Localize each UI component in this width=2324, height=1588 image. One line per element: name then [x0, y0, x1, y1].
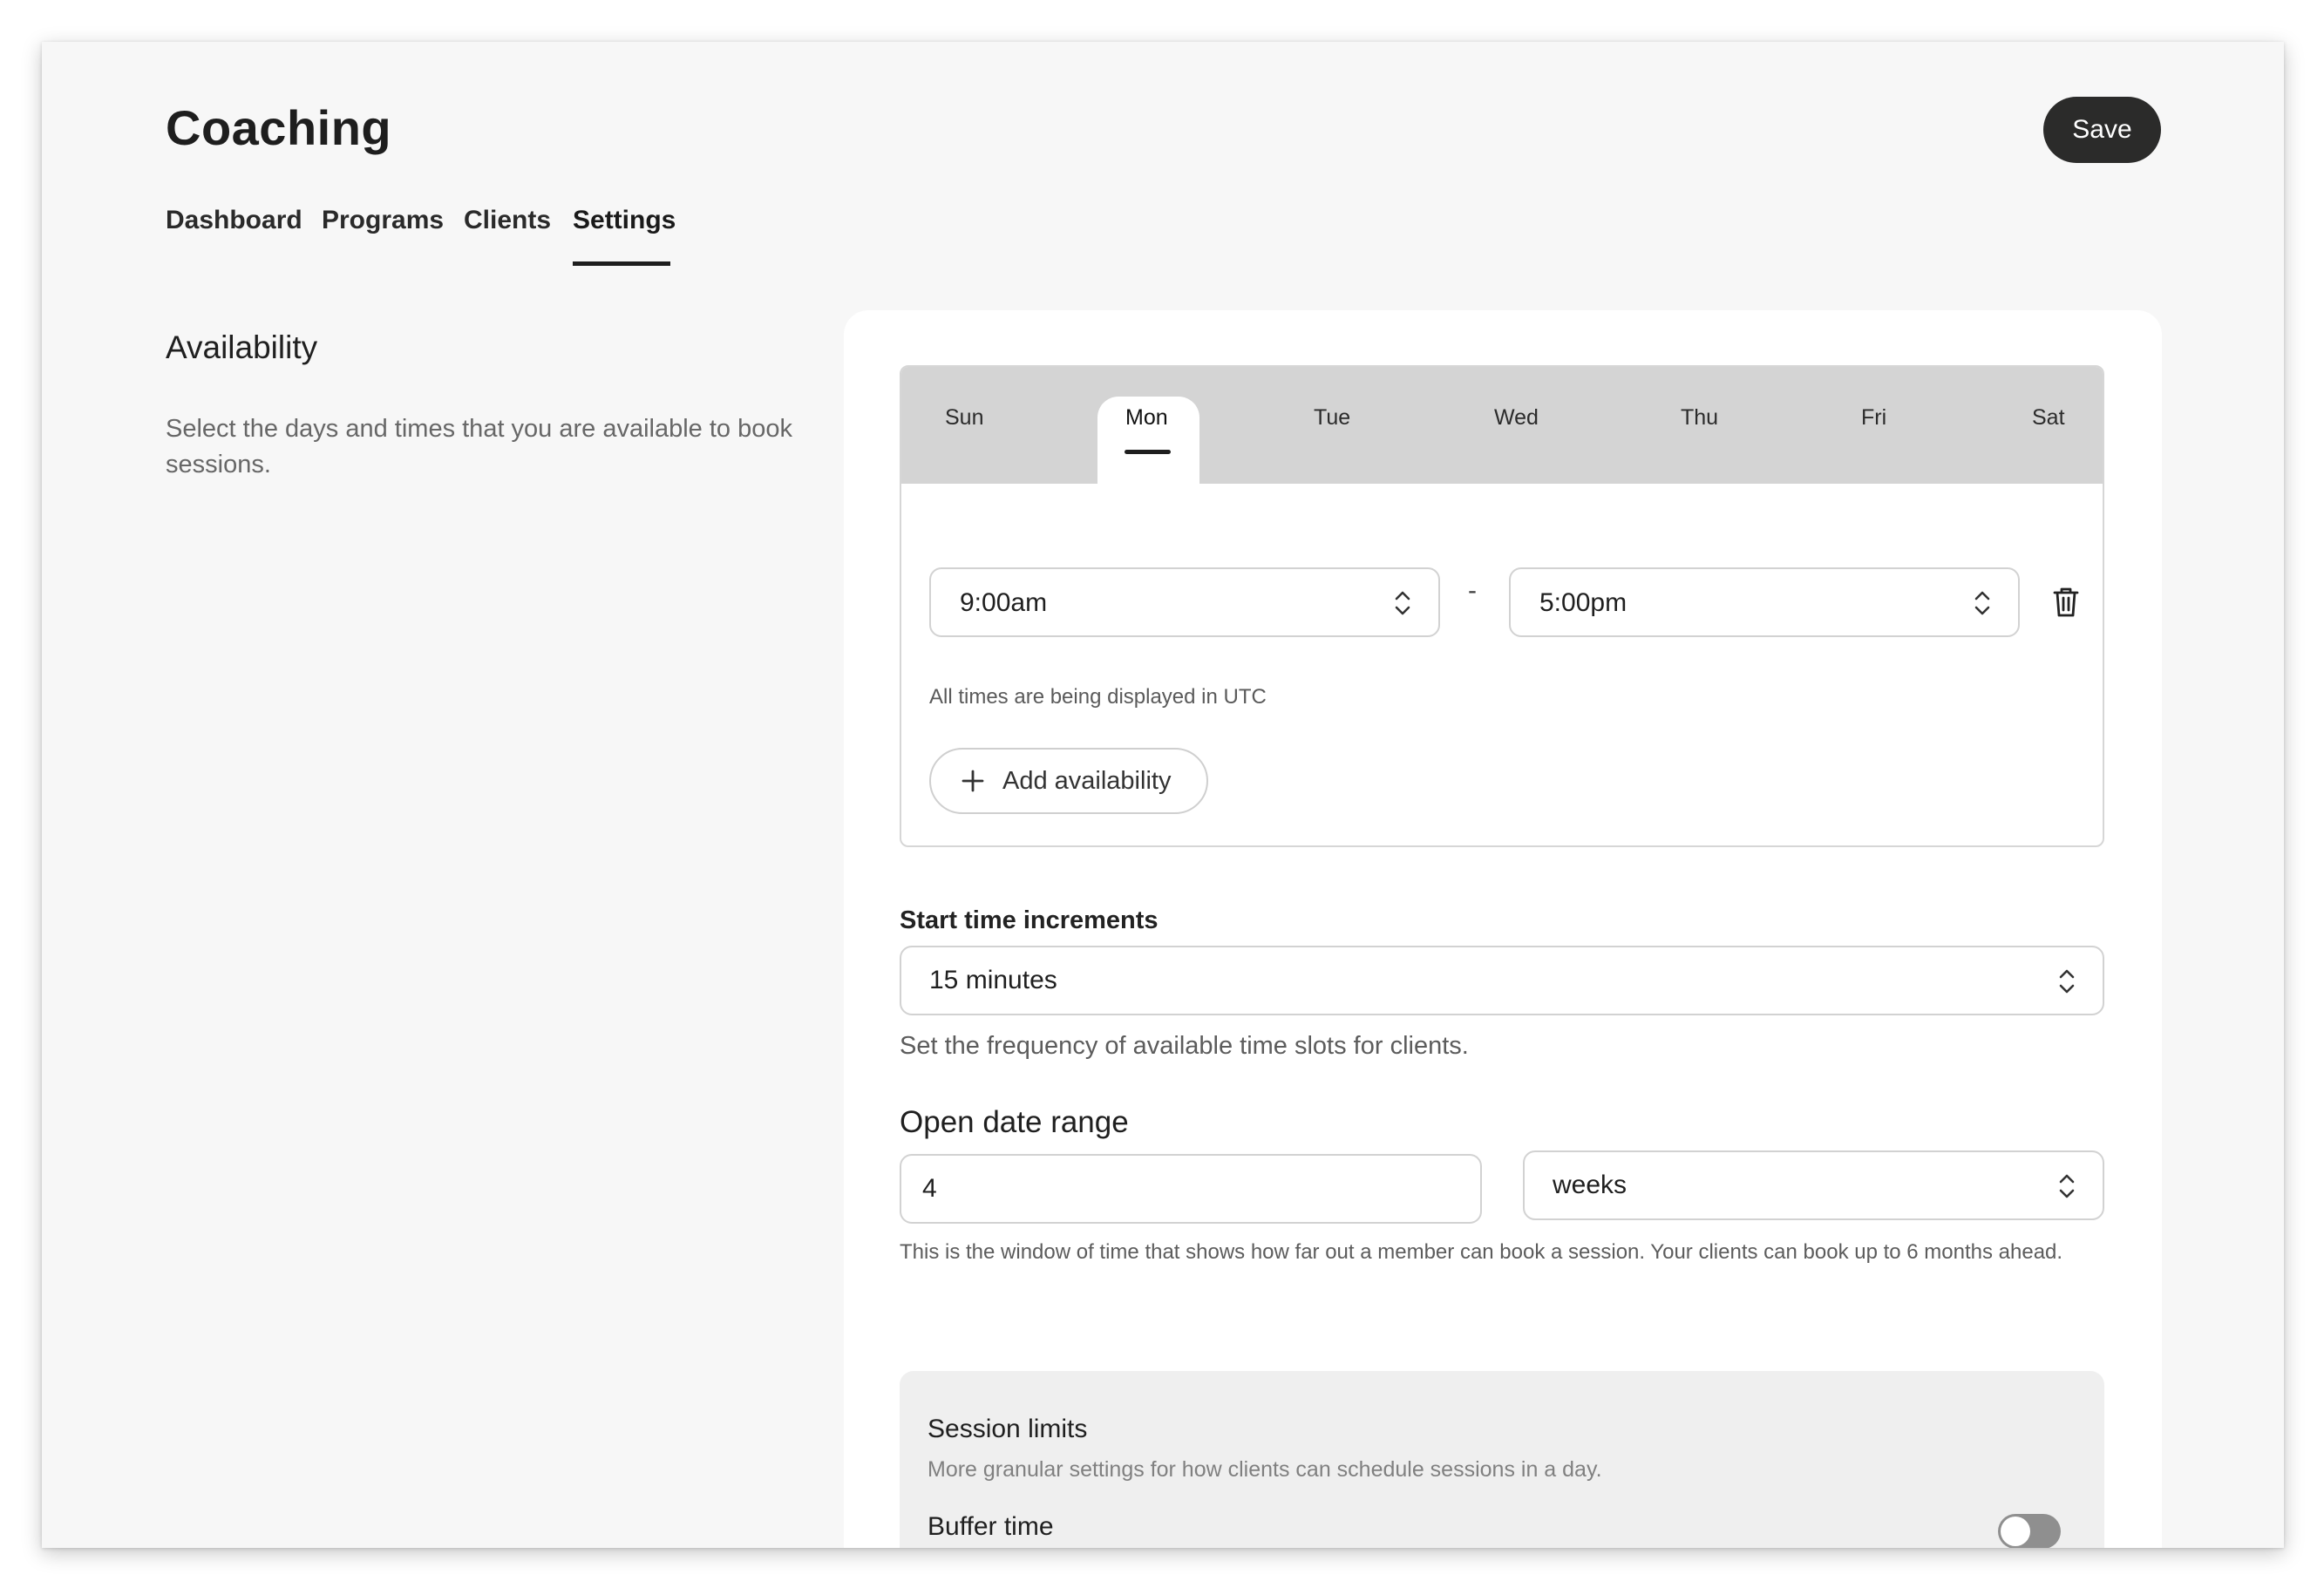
time-range-separator: -	[1468, 576, 1477, 605]
app-window: Coaching Save Dashboard Programs Clients…	[42, 42, 2284, 1548]
session-limits-description: More granular settings for how clients c…	[928, 1457, 1602, 1482]
date-range-amount-input[interactable]: 4	[900, 1154, 1482, 1224]
save-button[interactable]: Save	[2043, 97, 2161, 163]
chevron-up-down-icon	[2059, 969, 2075, 994]
end-time-value: 5:00pm	[1539, 588, 1627, 617]
increments-value: 15 minutes	[929, 966, 1057, 994]
timezone-note: All times are being displayed in UTC	[929, 685, 1267, 709]
date-range-unit-value: weeks	[1553, 1171, 1627, 1199]
add-availability-label: Add availability	[1002, 767, 1172, 795]
add-availability-button[interactable]: Add availability	[929, 748, 1208, 814]
chevron-up-down-icon	[2059, 1174, 2075, 1198]
date-range-unit-select[interactable]: weeks	[1523, 1150, 2104, 1220]
toggle-knob	[2001, 1517, 2030, 1546]
chevron-up-down-icon	[1395, 591, 1410, 615]
end-time-select[interactable]: 5:00pm	[1509, 567, 2020, 637]
day-tab-underline	[1125, 450, 1171, 454]
day-tab-sat[interactable]: Sat	[2032, 405, 2065, 431]
availability-title: Availability	[166, 329, 318, 365]
chevron-up-down-icon	[1974, 591, 1990, 615]
day-tab-wed[interactable]: Wed	[1494, 405, 1539, 431]
app-title: Coaching	[166, 100, 392, 155]
increments-select[interactable]: 15 minutes	[900, 946, 2104, 1015]
day-tab-tue[interactable]: Tue	[1314, 405, 1350, 431]
date-range-label: Open date range	[900, 1105, 1129, 1139]
day-tab-thu[interactable]: Thu	[1681, 405, 1718, 431]
tab-programs[interactable]: Programs	[322, 206, 444, 235]
day-tab-mon[interactable]: Mon	[1125, 405, 1168, 431]
tab-settings[interactable]: Settings	[573, 206, 676, 235]
tab-dashboard[interactable]: Dashboard	[166, 206, 302, 235]
active-tab-indicator	[573, 261, 670, 266]
availability-description: Select the days and times that you are a…	[166, 415, 792, 478]
day-tab-fri[interactable]: Fri	[1861, 405, 1886, 431]
schedule-panel: Sun Mon Tue Wed Thu Fri Sat 9:00am - 5:0…	[900, 365, 2104, 847]
start-time-select[interactable]: 9:00am	[929, 567, 1440, 637]
plus-icon	[962, 770, 984, 792]
date-range-amount-value: 4	[922, 1174, 937, 1203]
increments-help: Set the frequency of available time slot…	[900, 1032, 1469, 1060]
tab-clients[interactable]: Clients	[464, 206, 551, 235]
session-limits-title: Session limits	[928, 1415, 1088, 1443]
start-time-value: 9:00am	[960, 588, 1048, 617]
day-tabs: Sun Mon Tue Wed Thu Fri Sat	[901, 367, 2103, 485]
session-limits-panel: Session limits More granular settings fo…	[900, 1371, 2104, 1548]
day-tab-sun[interactable]: Sun	[945, 405, 983, 431]
buffer-time-label: Buffer time	[928, 1512, 1054, 1541]
buffer-time-toggle[interactable]	[1998, 1514, 2061, 1548]
increments-label: Start time increments	[900, 906, 1159, 934]
date-range-help: This is the window of time that shows ho…	[900, 1240, 2063, 1264]
trash-icon[interactable]	[2052, 587, 2080, 618]
